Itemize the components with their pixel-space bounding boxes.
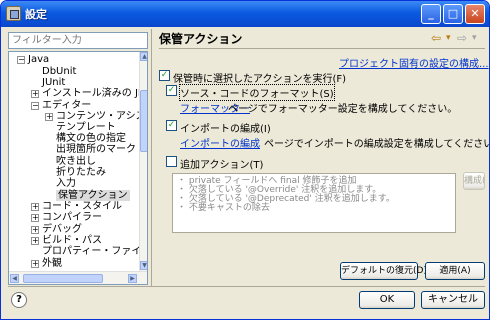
- title-divider: [159, 48, 485, 49]
- scroll-right-arrow-icon[interactable]: ▶: [128, 274, 137, 283]
- tree-item-appearance[interactable]: 外観: [42, 258, 62, 270]
- tree-toggle-code-style[interactable]: +: [31, 203, 39, 211]
- close-button[interactable]: ✕: [465, 4, 485, 24]
- tree-toggle-appearance[interactable]: +: [31, 260, 39, 268]
- tree-item-compiler[interactable]: コンパイラー: [42, 212, 102, 224]
- ok-button[interactable]: OK: [359, 291, 415, 309]
- additional-actions-list: ・ private フィールドへ final 修飾子を追加 ・ 欠落している '…: [172, 173, 456, 233]
- additional-actions-checkbox[interactable]: [166, 156, 177, 167]
- organize-imports-description: ページでインポートの編成設定を構成してください。: [264, 139, 490, 150]
- scroll-down-arrow-icon[interactable]: ▼: [140, 261, 147, 270]
- scroll-up-arrow-icon[interactable]: ▲: [140, 52, 147, 61]
- tree-item-properties-file-editor[interactable]: プロパティー・ファイル・エディ: [42, 246, 147, 258]
- perform-on-save-label[interactable]: 保管時に選択したアクションを実行(F): [173, 70, 346, 85]
- footer-divider: [8, 286, 485, 287]
- additional-actions-label[interactable]: 追加アクション(T): [180, 156, 263, 171]
- back-arrow-icon[interactable]: ⇦: [431, 31, 441, 45]
- cancel-button[interactable]: キャンセル: [421, 291, 485, 309]
- tree-item-save-actions-label: 保管アクション: [56, 190, 130, 201]
- tree-item-java[interactable]: Java: [28, 54, 49, 66]
- tree-toggle-java[interactable]: −: [17, 56, 25, 64]
- forward-history-chevron-down-icon[interactable]: ▾: [472, 33, 477, 43]
- restore-defaults-button[interactable]: デフォルトの復元(D): [340, 262, 427, 280]
- perform-on-save-checkbox[interactable]: ✓: [159, 70, 170, 81]
- maximize-button[interactable]: □: [443, 4, 463, 24]
- project-specific-settings-link[interactable]: プロジェクト固有の設定の構成...: [339, 55, 489, 70]
- tree-toggle-compiler[interactable]: +: [31, 214, 39, 222]
- minimize-button[interactable]: _: [421, 4, 441, 24]
- organize-imports-label[interactable]: インポートの編成(I): [180, 120, 271, 135]
- apply-button[interactable]: 適用(A): [425, 262, 485, 280]
- window-title: 設定: [25, 8, 47, 21]
- organize-imports-link[interactable]: インポートの編成: [180, 135, 260, 150]
- tree-item-installed-jre[interactable]: インストール済みの JRE: [42, 88, 147, 100]
- preferences-window: 設定 _ □ ✕ − Java DbUnit JUnit + インストール済みの…: [0, 0, 490, 320]
- format-source-checkbox[interactable]: ✓: [166, 85, 177, 96]
- tree-toggle-build-path[interactable]: +: [31, 237, 39, 245]
- preference-tree[interactable]: − Java DbUnit JUnit + インストール済みの JRE − エデ…: [8, 51, 148, 285]
- page-title: 保管アクション: [159, 32, 243, 46]
- tree-vertical-scrollbar[interactable]: ▲ ▼: [139, 52, 147, 271]
- configure-button[interactable]: 構成(N)...: [463, 172, 485, 190]
- back-history-chevron-down-icon[interactable]: ▾: [446, 33, 451, 43]
- formatter-description: ページでフォーマッター設定を構成してください。: [228, 104, 458, 115]
- forward-arrow-icon[interactable]: ⇨: [457, 31, 467, 45]
- tree-vertical-scroll-thumb[interactable]: [140, 90, 147, 152]
- help-icon[interactable]: ?: [11, 292, 27, 308]
- pane-splitter[interactable]: [151, 29, 152, 287]
- filter-input[interactable]: [8, 32, 148, 49]
- tree-toggle-editor[interactable]: −: [31, 102, 39, 110]
- title-bar[interactable]: 設定 _ □ ✕: [1, 1, 489, 27]
- tree-toggle-debug[interactable]: +: [31, 226, 39, 234]
- tree-item-typing[interactable]: 入力: [56, 178, 76, 190]
- tree-toggle-jre[interactable]: +: [31, 90, 39, 98]
- organize-imports-checkbox[interactable]: ✓: [166, 120, 177, 131]
- tree-item-mark-occurrences[interactable]: 出現箇所のマーク: [56, 144, 136, 156]
- tree-toggle-content-assist[interactable]: +: [45, 113, 53, 121]
- tree-horizontal-scroll-thumb[interactable]: [23, 274, 103, 283]
- window-icon: [6, 6, 21, 21]
- format-source-label[interactable]: ソース・コードのフォーマット(S): [179, 84, 335, 101]
- scroll-left-arrow-icon[interactable]: ◀: [10, 274, 19, 283]
- list-item: ・ 不要キャストの除去: [177, 203, 270, 213]
- tree-horizontal-scrollbar[interactable]: ◀ ▶: [9, 271, 147, 284]
